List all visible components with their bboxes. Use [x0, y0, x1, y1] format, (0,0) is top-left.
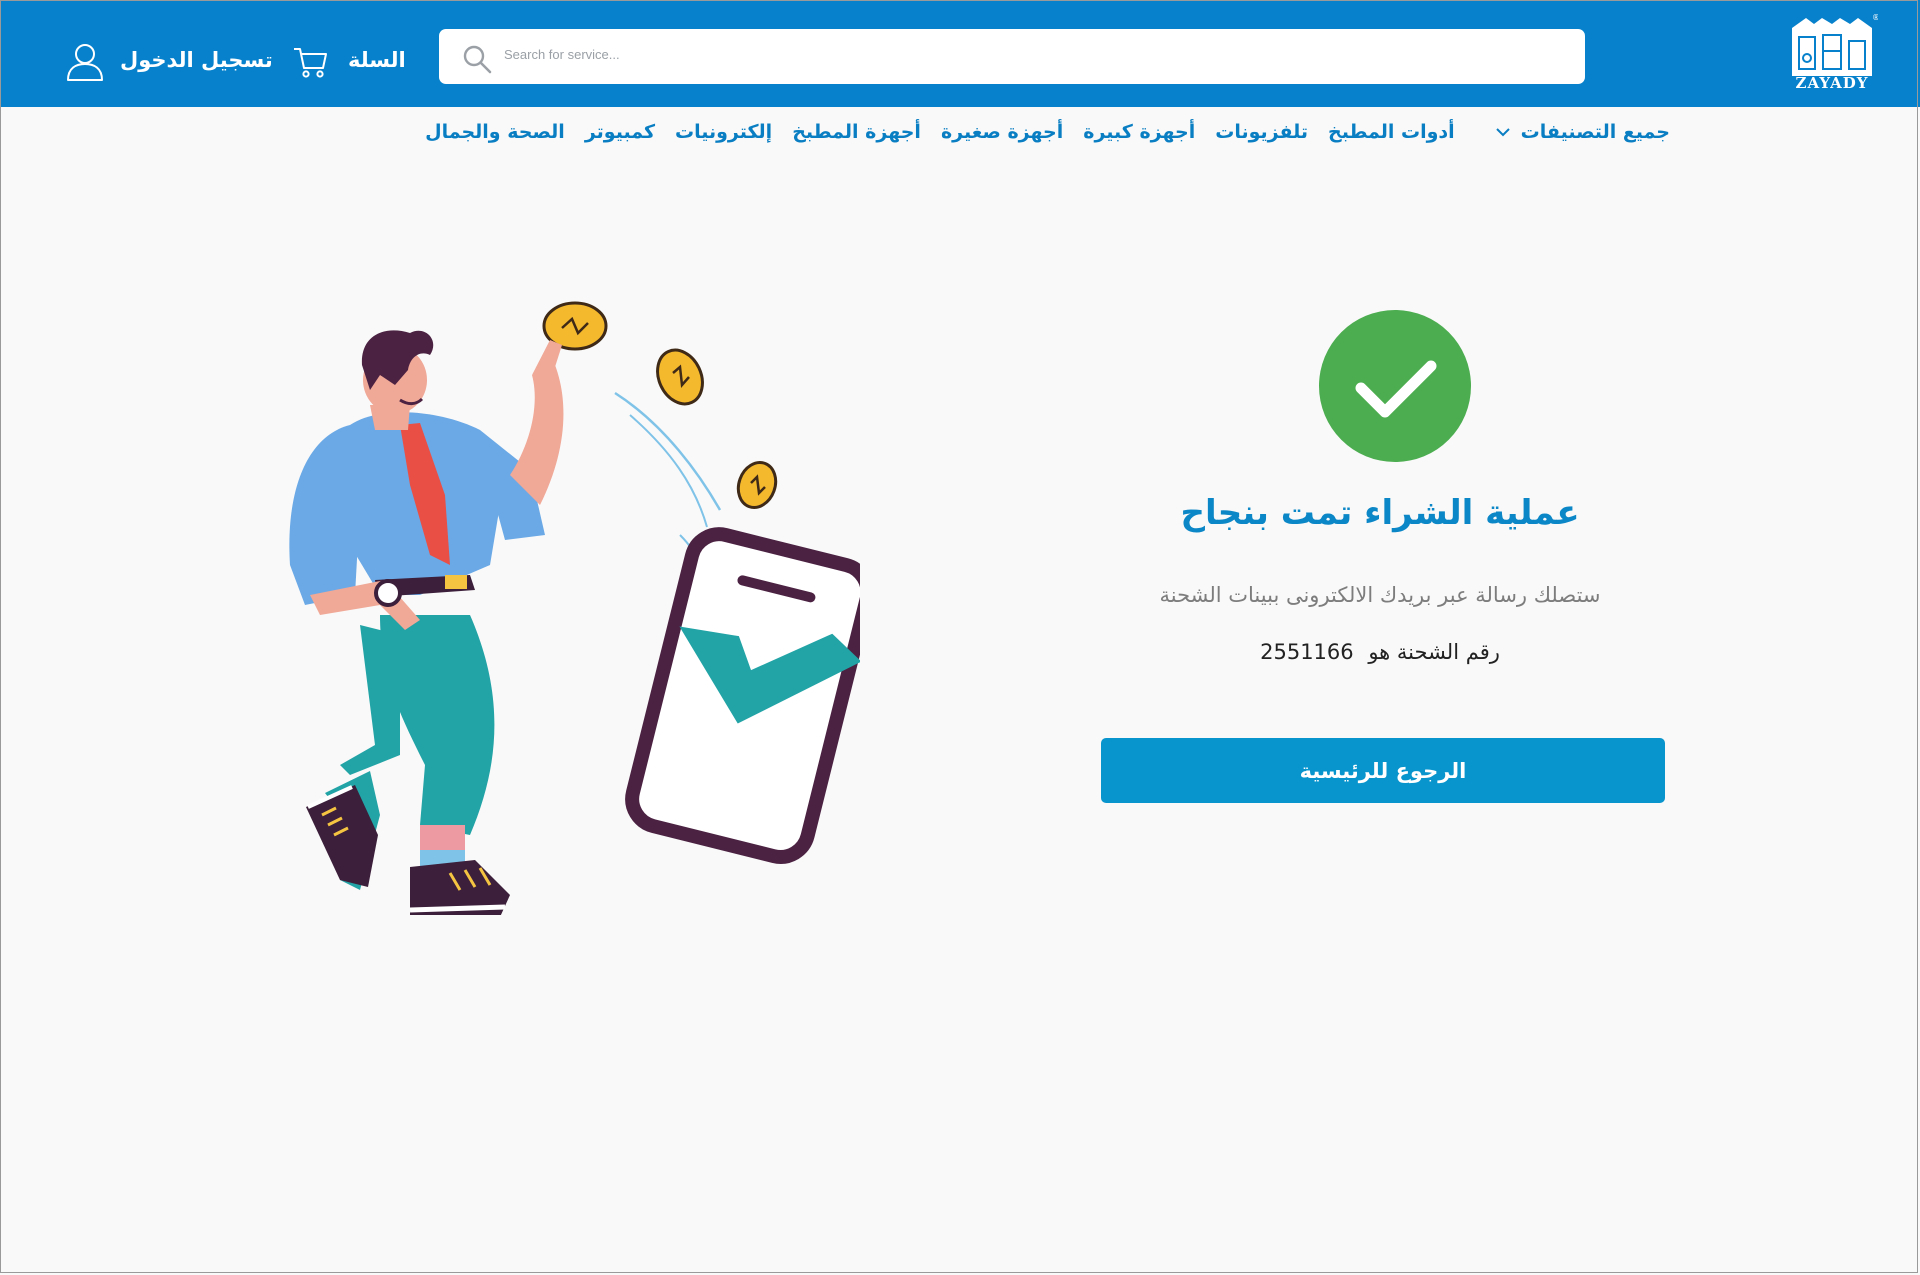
shipment-number: 2551166	[1260, 640, 1354, 664]
category-electronics[interactable]: إلكترونيات	[675, 121, 772, 143]
category-small-appliances[interactable]: أجهزة صغيرة	[941, 121, 1063, 143]
phone-icon	[625, 527, 860, 864]
all-categories-dropdown[interactable]: جميع التصنيفات	[1495, 121, 1670, 143]
search-placeholder: Search for service...	[504, 47, 620, 62]
category-kitchen-appliances[interactable]: أجهزة المطبخ	[792, 121, 921, 143]
success-subtitle: ستصلك رسالة عبر بريدك الالكترونى ببينات …	[1159, 583, 1601, 607]
user-icon[interactable]	[66, 42, 104, 82]
success-illustration	[289, 301, 860, 915]
success-check-badge	[1319, 310, 1471, 462]
category-kitchen-tools[interactable]: أدوات المطبخ	[1328, 121, 1455, 143]
category-nav: جميع التصنيفات أدوات المطبخ تلفزيونات أج…	[405, 121, 1670, 143]
success-title: عملية الشراء تمت بنجاح	[1180, 493, 1580, 533]
shipment-info: رقم الشحنة هو 2551166	[1100, 640, 1660, 664]
check-icon	[1355, 360, 1437, 418]
search-icon[interactable]	[462, 44, 492, 74]
category-health-beauty[interactable]: الصحة والجمال	[425, 121, 565, 143]
back-home-button[interactable]: الرجوع للرئيسية	[1101, 738, 1665, 803]
coin-icon	[736, 461, 778, 509]
all-categories-label: جميع التصنيفات	[1520, 121, 1670, 143]
person-figure	[289, 330, 564, 915]
category-large-appliances[interactable]: أجهزة كبيرة	[1083, 121, 1195, 143]
shipment-label: رقم الشحنة هو	[1368, 640, 1500, 664]
coin-icon	[656, 348, 704, 406]
category-computer[interactable]: كمبيوتر	[585, 121, 655, 143]
cart-icon[interactable]	[292, 44, 328, 80]
cart-link[interactable]: السلة	[348, 48, 406, 72]
chevron-down-icon	[1495, 128, 1510, 137]
login-link[interactable]: تسجيل الدخول	[120, 48, 273, 72]
category-tvs[interactable]: تلفزيونات	[1215, 121, 1308, 143]
logo-text: ZAYADY	[1795, 74, 1869, 92]
svg-text:®: ®	[1872, 14, 1878, 22]
